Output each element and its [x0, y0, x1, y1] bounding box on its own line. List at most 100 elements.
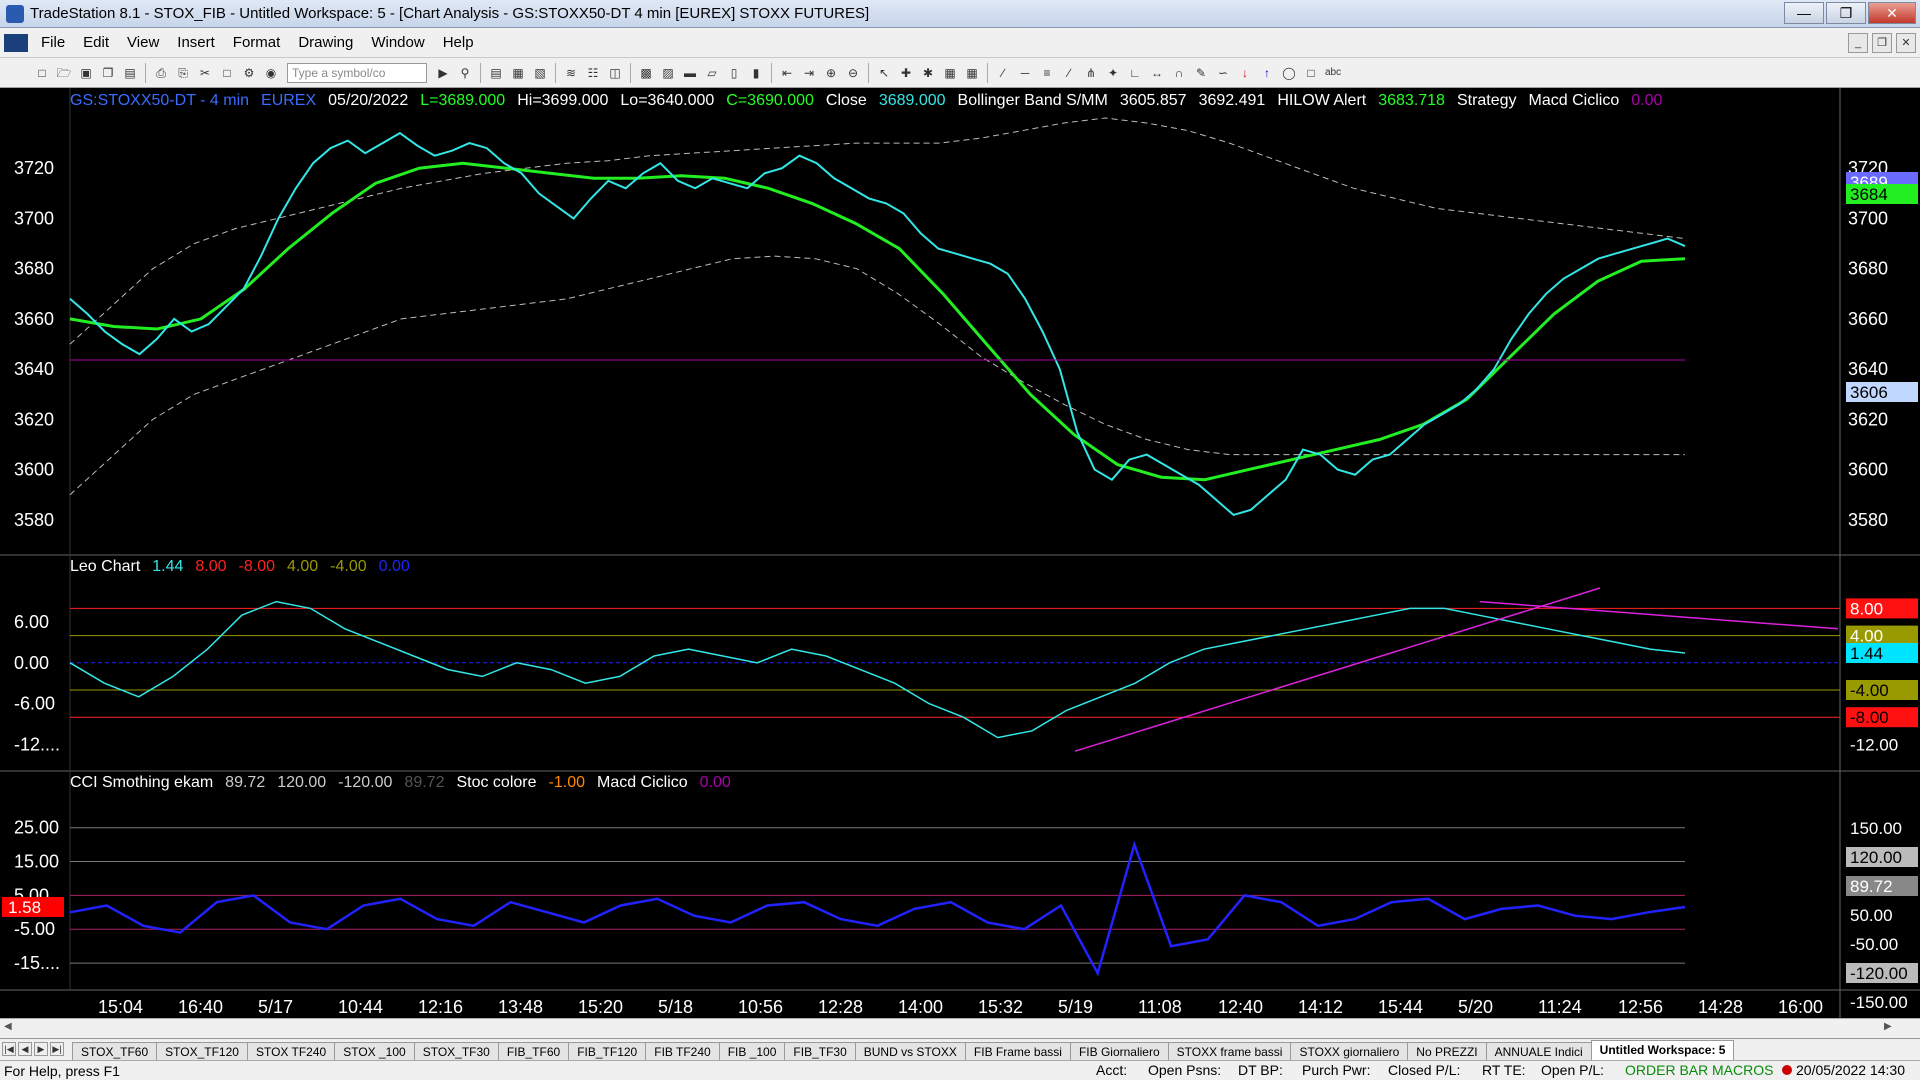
child-minimize-button[interactable]: _: [1848, 33, 1868, 53]
scroll-right-arrow-icon[interactable]: ▶: [1884, 1021, 1892, 1032]
symbol-input[interactable]: Type a symbol/co: [287, 62, 427, 83]
scroll-left-arrow-icon[interactable]: ◀: [4, 1021, 12, 1032]
tab-prev-icon[interactable]: ◀: [18, 1042, 32, 1056]
ellipse-icon[interactable]: ◯: [1279, 63, 1299, 83]
status-macros[interactable]: MACROS: [1712, 1062, 1773, 1078]
workspace-tab[interactable]: STOX TF240: [246, 1042, 336, 1060]
radar-icon[interactable]: ▦: [508, 63, 528, 83]
workspace-tab[interactable]: FIB_TF120: [568, 1042, 647, 1060]
cycle-icon[interactable]: ∩: [1169, 63, 1189, 83]
leo-badge-text: 1.44: [1850, 644, 1883, 663]
tab-last-icon[interactable]: ▶|: [50, 1042, 64, 1056]
gann-icon[interactable]: ✦: [1103, 63, 1123, 83]
workspace-tab[interactable]: STOXX giornaliero: [1290, 1042, 1409, 1060]
print-preview-icon[interactable]: ⎘: [173, 63, 193, 83]
workspace-tab[interactable]: FIB_TF30: [784, 1042, 856, 1060]
x-axis-label: 15:44: [1378, 997, 1423, 1017]
workspace-tab[interactable]: FIB_TF60: [497, 1042, 570, 1060]
new-icon[interactable]: □: [32, 63, 52, 83]
workspace-tab[interactable]: STOXX frame bassi: [1167, 1042, 1292, 1060]
indicator-icon[interactable]: ▱: [702, 63, 722, 83]
arrows-icon[interactable]: ↔: [1147, 63, 1167, 83]
portfolio-icon[interactable]: ◫: [605, 63, 625, 83]
minimize-button[interactable]: —: [1784, 2, 1824, 24]
menu-help[interactable]: Help: [434, 34, 483, 51]
child-restore-button[interactable]: ❐: [1872, 33, 1892, 53]
rectangle-icon[interactable]: □: [1301, 63, 1321, 83]
scanner-icon[interactable]: ☷: [583, 63, 603, 83]
price-y-tick-right: 3600: [1848, 460, 1888, 480]
text-icon[interactable]: abc: [1323, 63, 1343, 83]
workspace-tab[interactable]: FIB Giornaliero: [1069, 1042, 1169, 1060]
arrow-up-icon[interactable]: ↑: [1257, 63, 1277, 83]
web-icon[interactable]: ◉: [261, 63, 281, 83]
format-icon[interactable]: ▦: [940, 63, 960, 83]
horizontal-scrollbar[interactable]: ◀ ▶: [0, 1018, 1920, 1038]
menu-window[interactable]: Window: [362, 34, 433, 51]
child-close-button[interactable]: ✕: [1896, 33, 1916, 53]
menu-format[interactable]: Format: [224, 34, 290, 51]
workspace-tab[interactable]: FIB Frame bassi: [964, 1042, 1071, 1060]
speed-icon[interactable]: ∟: [1125, 63, 1145, 83]
zoom-out-icon[interactable]: ⊖: [843, 63, 863, 83]
tool-settings-icon[interactable]: ✱: [918, 63, 938, 83]
pointer-icon[interactable]: ↖: [874, 63, 894, 83]
curve-icon[interactable]: ∽: [1213, 63, 1233, 83]
options-icon[interactable]: ≋: [561, 63, 581, 83]
open-icon[interactable]: 🗁: [54, 63, 74, 83]
close-button[interactable]: ✕: [1868, 2, 1916, 24]
arrow-down-icon[interactable]: ↓: [1235, 63, 1255, 83]
document-icon[interactable]: [4, 33, 28, 52]
channel-icon[interactable]: ∕: [1059, 63, 1079, 83]
workspace-tab[interactable]: STOX_TF60: [72, 1042, 158, 1060]
save-icon[interactable]: ▣: [76, 63, 96, 83]
menu-view[interactable]: View: [118, 34, 168, 51]
tab-first-icon[interactable]: |◀: [2, 1042, 16, 1056]
hline-icon[interactable]: ─: [1015, 63, 1035, 83]
cci-header-item: Macd Ciclico: [596, 774, 688, 791]
lookup-icon[interactable]: ⚲: [455, 63, 475, 83]
chart-icon[interactable]: ▤: [486, 63, 506, 83]
scroll-right-icon[interactable]: ⇥: [799, 63, 819, 83]
fib-icon[interactable]: ≡: [1037, 63, 1057, 83]
price-y-tick-right: 3660: [1848, 309, 1888, 329]
tools-icon[interactable]: ⚙: [239, 63, 259, 83]
menu-file[interactable]: File: [32, 34, 74, 51]
workspace-tab[interactable]: FIB TF240: [645, 1042, 720, 1060]
cut-icon[interactable]: ✂: [195, 63, 215, 83]
pitchfork-icon[interactable]: ⋔: [1081, 63, 1101, 83]
zoom-in-icon[interactable]: ⊕: [821, 63, 841, 83]
folder-icon[interactable]: ▤: [120, 63, 140, 83]
chart-analysis-window[interactable]: 3720 3720 3700 3700 3680 3680 3660 3660 3640 3640…: [0, 88, 1920, 1018]
hub-icon[interactable]: ▩: [636, 63, 656, 83]
status-order-bar[interactable]: ORDER BAR: [1625, 1062, 1708, 1078]
bars-icon[interactable]: ▮: [746, 63, 766, 83]
news-icon[interactable]: ▬: [680, 63, 700, 83]
workspace-tab[interactable]: BUND vs STOXX: [854, 1042, 966, 1060]
workspace-tab[interactable]: Untitled Workspace: 5: [1590, 1040, 1735, 1060]
alerts-icon[interactable]: ▨: [658, 63, 678, 83]
menu-insert[interactable]: Insert: [168, 34, 224, 51]
grid-icon[interactable]: ▦: [962, 63, 982, 83]
crosshair-icon[interactable]: ✚: [896, 63, 916, 83]
maximize-button[interactable]: ❐: [1826, 2, 1866, 24]
copy-icon[interactable]: ❐: [98, 63, 118, 83]
menu-edit[interactable]: Edit: [74, 34, 118, 51]
workspace-tab[interactable]: STOX_TF120: [156, 1042, 248, 1060]
workspace-tab[interactable]: STOX _100: [334, 1042, 415, 1060]
print-icon[interactable]: ⎙: [151, 63, 171, 83]
chart-canvas[interactable]: 3720 37203700 37003680 36803660 36603640 3640…: [0, 88, 1920, 1018]
trendline-icon[interactable]: ∕: [993, 63, 1013, 83]
play-icon[interactable]: ▶: [433, 63, 453, 83]
matrix-icon[interactable]: ▧: [530, 63, 550, 83]
scroll-left-icon[interactable]: ⇤: [777, 63, 797, 83]
pen-icon[interactable]: ✎: [1191, 63, 1211, 83]
menu-drawing[interactable]: Drawing: [289, 34, 362, 51]
tab-next-icon[interactable]: ▶: [34, 1042, 48, 1056]
paste-icon[interactable]: □: [217, 63, 237, 83]
workspace-tab[interactable]: STOX_TF30: [413, 1042, 499, 1060]
workspace-tab[interactable]: FIB _100: [718, 1042, 786, 1060]
workspace-tab[interactable]: ANNUALE Indici: [1485, 1042, 1592, 1060]
workspace-tab[interactable]: No PREZZI: [1407, 1042, 1487, 1060]
candle-icon[interactable]: ▯: [724, 63, 744, 83]
